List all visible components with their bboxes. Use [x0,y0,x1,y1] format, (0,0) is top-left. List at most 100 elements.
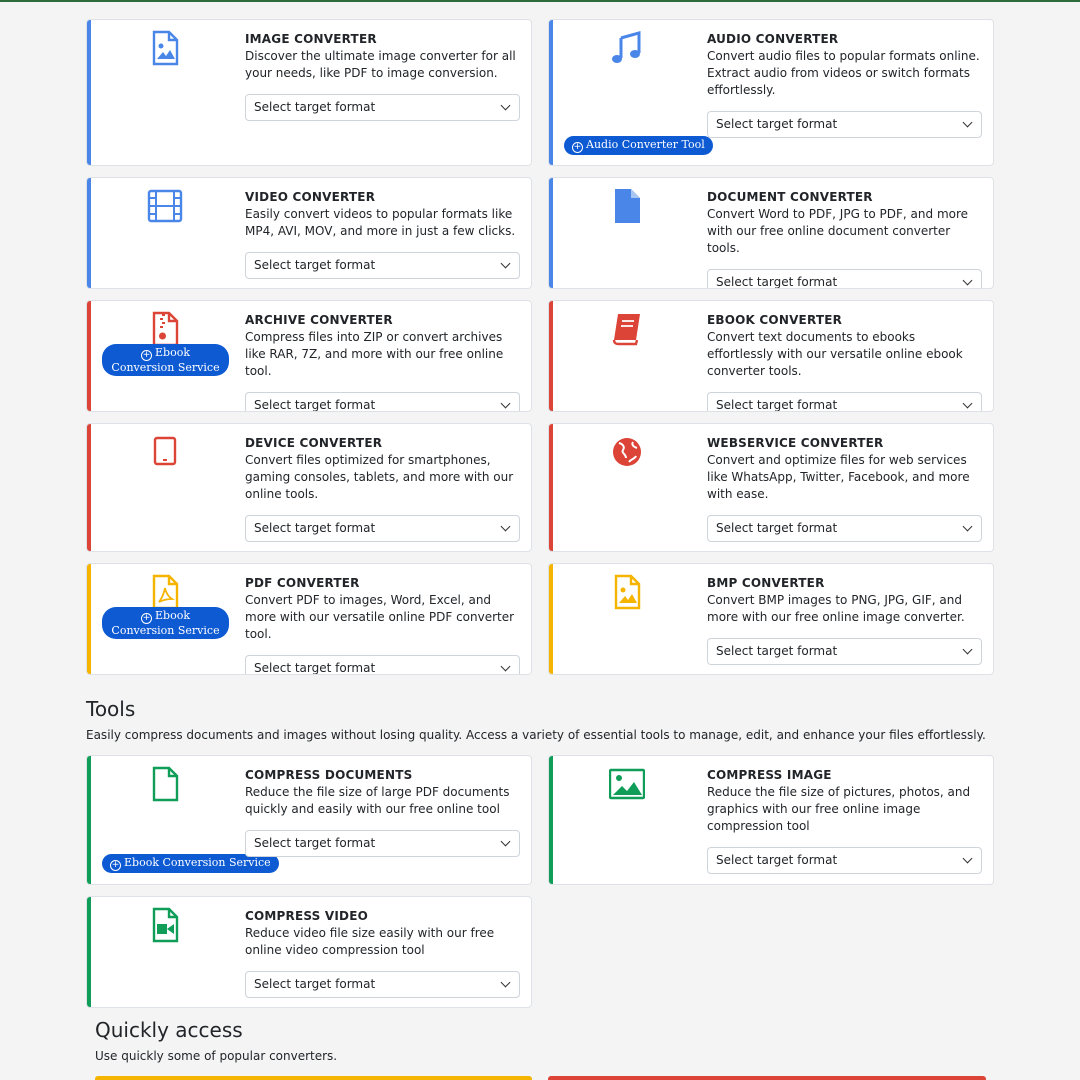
plus-circle-icon: + [110,860,121,871]
ebook-conversion-service-badge[interactable]: + Ebook Conversion Service [102,607,229,639]
card-title: IMAGE CONVERTER [245,32,377,46]
plus-circle-icon: + [141,613,152,624]
target-format-select[interactable]: Select target format [245,515,520,542]
target-format-select[interactable]: Select target format [707,111,982,138]
card-title: COMPRESS DOCUMENTS [245,768,413,782]
select-label: Select target format [254,100,376,114]
chevron-down-icon [500,836,511,847]
card-description: Discover the ultimate image converter fo… [245,49,516,80]
image-file-icon [152,30,179,66]
target-format-select[interactable]: Select target format [245,971,520,998]
select-label: Select target format [716,117,838,131]
select-label: Select target format [254,521,376,535]
music-note-icon [612,31,641,63]
target-format-select[interactable]: Select target format [245,655,520,675]
film-icon [147,189,183,223]
chevron-down-icon [962,853,973,864]
card-title: AUDIO CONVERTER [707,32,839,46]
card-description: Convert BMP images to PNG, JPG, GIF, and… [707,593,965,624]
card-description: Reduce the file size of pictures, photos… [707,785,971,833]
image-file-icon [614,574,641,610]
zip-file-icon [152,311,179,347]
target-format-select[interactable]: Select target format [245,830,520,857]
globe-icon [613,438,641,466]
card-pdf-converter: + Ebook Conversion Service PDF CONVERTER … [86,563,532,675]
select-label: Select target format [716,398,838,412]
card-description: Reduce video file size easily with our f… [245,926,495,957]
select-label: Select target format [254,977,376,991]
card-title: DEVICE CONVERTER [245,436,383,450]
chevron-down-icon [500,521,511,532]
quick-access-card-yellow[interactable] [95,1076,532,1080]
plus-circle-icon: + [141,350,152,361]
target-format-select[interactable]: Select target format [245,392,520,412]
target-format-select[interactable]: Select target format [707,515,982,542]
pdf-file-icon [152,574,179,610]
card-video-converter: VIDEO CONVERTER Easily convert videos to… [86,177,532,289]
card-description: Compress files into ZIP or convert archi… [245,330,504,378]
tablet-icon [153,436,177,466]
target-format-select[interactable]: Select target format [245,94,520,121]
tools-heading: Tools [86,697,136,721]
card-description: Convert files optimized for smartphones,… [245,453,514,501]
chevron-down-icon [962,644,973,655]
card-compress-documents: + Ebook Conversion Service COMPRESS DOCUM… [86,755,532,885]
quick-access-heading: Quickly access [95,1018,243,1042]
card-compress-video: COMPRESS VIDEO Reduce video file size ea… [86,896,532,1008]
plus-circle-icon: + [572,142,583,153]
card-description: Convert and optimize files for web servi… [707,453,970,501]
chevron-down-icon [962,521,973,532]
book-icon [612,314,640,346]
video-file-icon [152,907,179,943]
chevron-down-icon [962,398,973,409]
card-description: Easily convert videos to popular formats… [245,207,516,238]
card-title: PDF CONVERTER [245,576,360,590]
card-image-converter: IMAGE CONVERTER Discover the ultimate im… [86,19,532,166]
select-label: Select target format [716,275,838,289]
target-format-select[interactable]: Select target format [707,638,982,665]
card-device-converter: DEVICE CONVERTER Convert files optimized… [86,423,532,552]
card-description: Convert Word to PDF, JPG to PDF, and mor… [707,207,969,255]
target-format-select[interactable]: Select target format [707,269,982,289]
audio-converter-tool-badge[interactable]: + Audio Converter Tool [564,136,713,155]
card-title: VIDEO CONVERTER [245,190,376,204]
chevron-down-icon [500,398,511,409]
chevron-down-icon [500,100,511,111]
target-format-select[interactable]: Select target format [707,392,982,412]
card-title: DOCUMENT CONVERTER [707,190,873,204]
ebook-conversion-service-badge[interactable]: + Ebook Conversion Service [102,344,229,376]
card-bmp-converter: BMP CONVERTER Convert BMP images to PNG,… [548,563,994,675]
card-title: WEBSERVICE CONVERTER [707,436,884,450]
select-label: Select target format [716,644,838,658]
chevron-down-icon [500,258,511,269]
select-label: Select target format [716,853,838,867]
select-label: Select target format [254,258,376,272]
card-title: BMP CONVERTER [707,576,825,590]
quick-access-card-red[interactable] [548,1076,986,1080]
chevron-down-icon [962,117,973,128]
select-label: Select target format [254,661,376,675]
card-title: EBOOK CONVERTER [707,313,843,327]
picture-icon [609,768,645,800]
select-label: Select target format [254,836,376,850]
card-audio-converter: + Audio Converter Tool AUDIO CONVERTER Co… [548,19,994,166]
card-compress-image: COMPRESS IMAGE Reduce the file size of p… [548,755,994,885]
card-title: COMPRESS VIDEO [245,909,369,923]
chevron-down-icon [962,275,973,286]
quick-access-subtitle: Use quickly some of popular converters. [95,1049,338,1063]
tools-subtitle: Easily compress documents and images wit… [86,728,986,742]
target-format-select[interactable]: Select target format [707,847,982,874]
select-label: Select target format [254,398,376,412]
blank-file-icon [152,766,179,802]
document-icon [615,189,640,223]
card-description: Convert PDF to images, Word, Excel, and … [245,593,515,641]
card-archive-converter: + Ebook Conversion Service ARCHIVE CONVER… [86,300,532,412]
card-description: Reduce the file size of large PDF docume… [245,785,510,816]
target-format-select[interactable]: Select target format [245,252,520,279]
chevron-down-icon [500,977,511,988]
card-description: Convert text documents to ebooks effortl… [707,330,963,378]
card-document-converter: DOCUMENT CONVERTER Convert Word to PDF, … [548,177,994,289]
card-description: Convert audio files to popular formats o… [707,49,980,97]
card-webservice-converter: WEBSERVICE CONVERTER Convert and optimiz… [548,423,994,552]
card-title: ARCHIVE CONVERTER [245,313,393,327]
